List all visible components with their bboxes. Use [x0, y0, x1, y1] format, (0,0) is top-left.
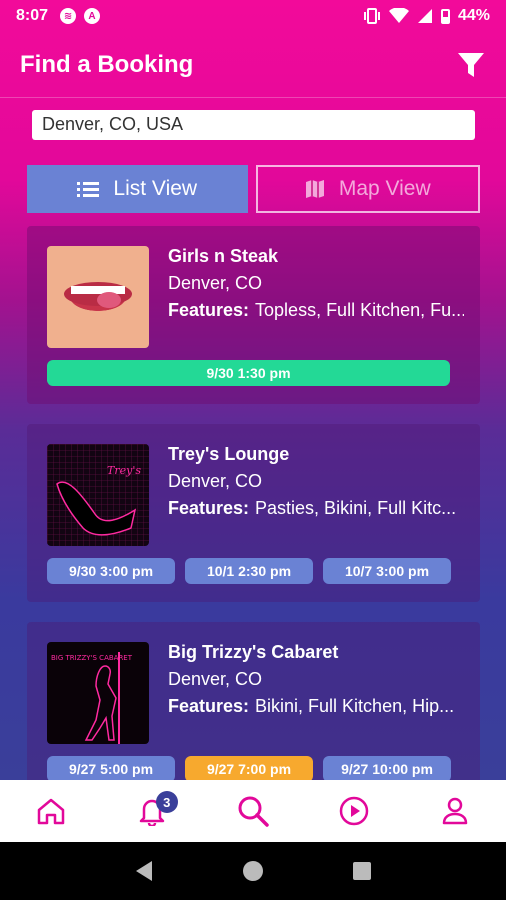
- time-slots: 9/30 3:00 pm 10/1 2:30 pm 10/7 3:00 pm: [47, 558, 451, 584]
- search-icon: [238, 796, 269, 827]
- features-text: Pasties, Bikini, Full Kitc...: [255, 498, 457, 518]
- features-label: Features:: [168, 498, 250, 518]
- map-view-label: Map View: [338, 177, 431, 200]
- recents-icon[interactable]: [352, 861, 372, 881]
- map-icon: [305, 180, 324, 198]
- list-view-label: List View: [113, 177, 198, 200]
- status-bar: 8:07 ≋ A 44%: [0, 0, 506, 32]
- page-title: Find a Booking: [20, 50, 194, 78]
- time-slot-button[interactable]: 9/27 10:00 pm: [323, 756, 451, 782]
- listing-thumbnail: Trey's: [47, 444, 149, 546]
- listing-location: Denver, CO: [168, 471, 263, 491]
- time-slots: 9/27 5:00 pm 9/27 7:00 pm 9/27 10:00 pm: [47, 756, 451, 782]
- list-view-button[interactable]: List View: [27, 165, 248, 213]
- time-slots: 9/30 1:30 pm: [47, 360, 450, 386]
- listing-name: Trey's Lounge: [168, 444, 290, 464]
- notification-icons: ≋ A: [60, 8, 101, 24]
- listing-card[interactable]: Trey's Trey's Lounge Denver, CO Features…: [27, 424, 480, 602]
- vibrate-icon: [363, 8, 380, 24]
- features-text: Topless, Full Kitchen, Fu...: [255, 300, 464, 320]
- signal-icon: [417, 9, 432, 23]
- spotify-icon: ≋: [60, 8, 77, 24]
- svg-text:Trey's: Trey's: [107, 464, 141, 477]
- time-slot-button[interactable]: 10/1 2:30 pm: [185, 558, 313, 584]
- time-slot-button[interactable]: 9/30 3:00 pm: [47, 558, 175, 584]
- notification-badge: 3: [155, 791, 178, 813]
- back-icon[interactable]: [134, 860, 154, 882]
- listing-card[interactable]: Girls n Steak Denver, CO Features: Toples…: [27, 226, 480, 404]
- time-slot-button[interactable]: 9/30 1:30 pm: [47, 360, 450, 386]
- svg-text:BIG TRIZZY'S CABARET: BIG TRIZZY'S CABARET: [51, 654, 133, 662]
- time-slot-button[interactable]: 9/27 5:00 pm: [47, 756, 175, 782]
- battery-icon: [440, 8, 450, 24]
- nav-profile[interactable]: [435, 791, 475, 831]
- status-right: 44%: [363, 7, 490, 25]
- home-button-icon[interactable]: [241, 859, 265, 883]
- listing-features: Features: Topless, Full Kitchen, Fu...: [168, 300, 464, 321]
- listing-thumbnail: BIG TRIZZY'S CABARET: [47, 642, 149, 744]
- listing-features: Features: Pasties, Bikini, Full Kitc...: [168, 498, 464, 519]
- listing-card[interactable]: BIG TRIZZY'S CABARET Big Trizzy's Cabare…: [27, 622, 480, 800]
- home-icon: [37, 798, 64, 825]
- app-notification-icon: A: [84, 8, 101, 24]
- location-search-input[interactable]: Denver, CO, USA: [32, 110, 475, 140]
- app-header: Find a Booking: [0, 32, 506, 98]
- system-navigation-bar: [0, 842, 506, 900]
- time-slot-button[interactable]: 10/7 3:00 pm: [323, 558, 451, 584]
- wifi-icon: [388, 8, 409, 23]
- listing-name: Girls n Steak: [168, 246, 279, 266]
- listing-location: Denver, CO: [168, 669, 263, 689]
- filter-icon[interactable]: [456, 51, 486, 79]
- view-toggle: List View Map View: [27, 165, 480, 213]
- app-screen: 8:07 ≋ A 44% Find a Booking Denver, CO, …: [0, 0, 506, 900]
- time-slot-button[interactable]: 9/27 7:00 pm: [185, 756, 313, 782]
- play-icon: [339, 796, 369, 826]
- list-icon: [77, 182, 100, 197]
- profile-icon: [443, 797, 468, 825]
- listing-features: Features: Bikini, Full Kitchen, Hip...: [168, 696, 464, 717]
- features-label: Features:: [168, 300, 250, 320]
- listing-name: Big Trizzy's Cabaret: [168, 642, 339, 662]
- status-time: 8:07: [16, 7, 49, 24]
- nav-home[interactable]: [31, 791, 71, 831]
- listing-thumbnail: [47, 246, 149, 348]
- nav-search[interactable]: [233, 791, 273, 831]
- nav-play[interactable]: [334, 791, 374, 831]
- nav-notifications[interactable]: 3: [132, 791, 178, 831]
- bottom-navigation: 3: [0, 780, 506, 842]
- listing-location: Denver, CO: [168, 273, 263, 293]
- battery-level: 44%: [457, 7, 490, 24]
- features-text: Bikini, Full Kitchen, Hip...: [255, 696, 455, 716]
- features-label: Features:: [168, 696, 250, 716]
- map-view-button[interactable]: Map View: [255, 165, 480, 213]
